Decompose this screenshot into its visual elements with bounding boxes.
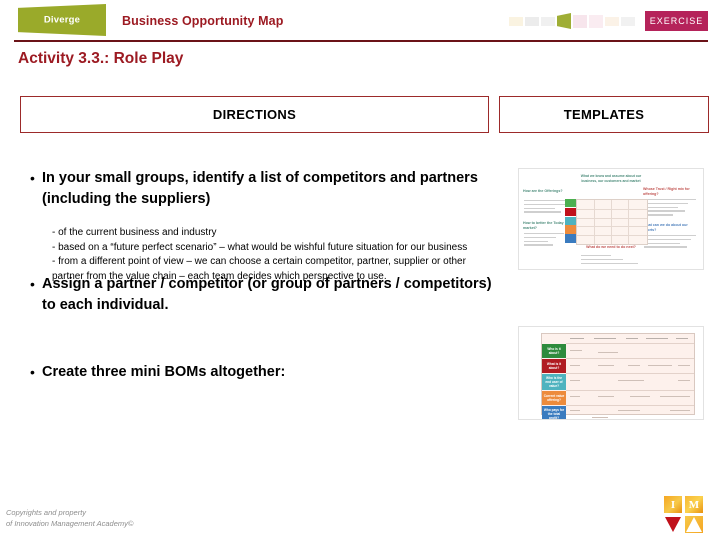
thumb1-right-lines-2	[644, 235, 696, 250]
thumb2-row-label: What is it about?	[542, 359, 566, 373]
ima-logo-tile-v	[664, 516, 682, 533]
templates-panel-header: TEMPLATES	[499, 96, 709, 133]
thumb2-row-label: Who pays for the total profit?	[542, 406, 566, 420]
bullet-marker-icon: •	[30, 364, 35, 380]
thumb1-swatch	[565, 207, 576, 217]
thumb1-left-lines	[524, 200, 568, 215]
thumb2-row-label: Who is the end user of value?	[542, 374, 566, 390]
ima-a-chevron-icon	[686, 517, 702, 532]
process-segment	[605, 16, 619, 26]
process-segment	[525, 16, 539, 26]
thumb1-color-swatches	[565, 199, 576, 243]
direction-bullet-1: • In your small groups, identify a list …	[20, 168, 500, 210]
copyright-line-1: Copyrights and property	[6, 508, 87, 517]
ima-logo-tile-i: I	[664, 496, 682, 513]
thumb1-title: What we know and assume about our busine…	[580, 174, 642, 183]
diverge-logo: Diverge	[18, 4, 106, 36]
copyright-notice: Copyrights and property of Innovation Ma…	[6, 508, 133, 529]
process-segment	[589, 14, 603, 28]
thumb1-bottom-heading: What do we need to do next?	[586, 245, 636, 249]
thumb1-swatch	[565, 199, 576, 208]
page-title: Activity 3.3.: Role Play	[18, 50, 184, 67]
thumb1-swatch	[565, 225, 576, 234]
thumb1-grid	[576, 199, 648, 245]
thumb1-swatch	[565, 216, 576, 225]
process-segment	[509, 16, 523, 26]
template-thumbnail-1[interactable]: What we know and assume about our busine…	[518, 168, 704, 270]
thumb1-right-heading-2: What can we do about our efforts?	[643, 223, 688, 232]
template-thumbnail-2[interactable]: Who is it about? What is it about? Who i…	[518, 326, 704, 420]
thumb1-right-lines	[644, 199, 696, 218]
process-segment	[541, 16, 555, 26]
template-thumbnail-1-canvas: What we know and assume about our busine…	[519, 169, 703, 269]
process-segment	[621, 16, 635, 26]
process-segment-active	[557, 13, 571, 29]
direction-sub-line: - of the current business and industry	[52, 227, 217, 238]
page-header: Diverge Business Opportunity Map EXERCIS…	[0, 0, 720, 42]
exercise-badge: EXERCISE	[645, 11, 708, 31]
direction-sub-line: - based on a “future perfect scenario” –…	[52, 241, 468, 253]
diverge-logo-label: Diverge	[43, 14, 81, 26]
header-title: Business Opportunity Map	[122, 14, 284, 28]
ima-logo-tile-m: M	[685, 496, 703, 513]
ima-logo-tile-a	[685, 516, 703, 533]
thumb2-row-label: Current value offering?	[542, 391, 566, 405]
directions-panel-header: DIRECTIONS	[20, 96, 489, 133]
direction-bullet-text: Create three mini BOMs altogether:	[42, 364, 286, 380]
thumb1-swatch	[565, 234, 576, 243]
thumb1-bottom-lines	[581, 255, 641, 266]
process-strip-icon	[508, 12, 636, 30]
thumb1-right-heading: Whose Trust / Right mix for offering?	[643, 187, 690, 196]
bullet-marker-icon: •	[30, 276, 35, 292]
process-segment	[573, 14, 587, 28]
direction-sub-lines: - of the current business and industry -…	[52, 226, 482, 284]
thumb1-left-heading: How are the Offerings?	[523, 189, 563, 193]
direction-bullet-3: • Create three mini BOMs altogether:	[20, 362, 500, 383]
direction-sub-line: - from a different point of view – we ca…	[52, 256, 466, 282]
thumb2-row-label: Who is it about?	[542, 344, 566, 358]
direction-bullet-text: In your small groups, identify a list of…	[42, 170, 478, 207]
bullet-marker-icon: •	[30, 170, 35, 186]
diverge-logo-shape: Diverge	[18, 4, 106, 36]
thumb2-table: Who is it about? What is it about? Who i…	[541, 333, 695, 419]
ima-logo: I M	[664, 496, 704, 534]
thumb1-left-heading-2: How to better the Today market?	[523, 221, 564, 230]
header-divider	[14, 40, 708, 42]
ima-v-chevron-icon	[665, 517, 681, 532]
thumb1-left-lines-2	[524, 233, 564, 248]
copyright-line-2: of Innovation Management Academy©	[6, 518, 134, 528]
